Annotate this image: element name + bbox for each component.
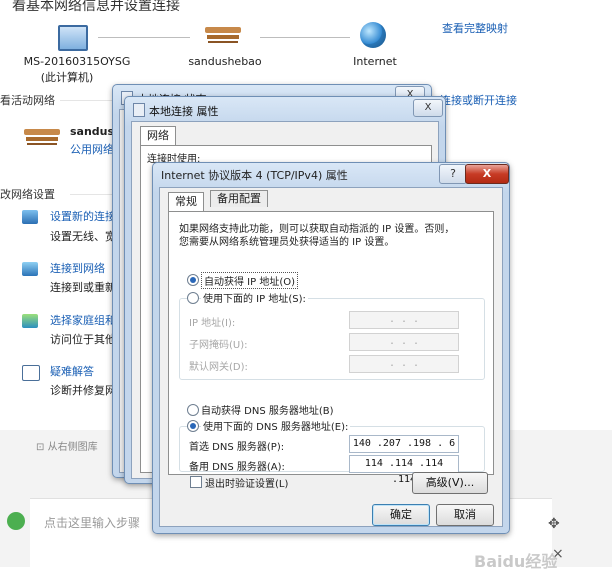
connect-network-icon (22, 262, 38, 276)
manual-dns-radio[interactable] (187, 420, 199, 432)
setup-connection-icon (22, 210, 38, 224)
step-marker-icon (7, 512, 25, 530)
manual-ip-label[interactable]: 使用下面的 IP 地址(S): (201, 290, 308, 305)
task-title-troubleshoot[interactable]: 疑难解答 (50, 363, 94, 379)
ipv4-client: 常规 备用配置 如果网络支持此功能，则可以获取自动指派的 IP 设置。否则， 您… (159, 187, 503, 527)
active-networks-heading: 看活动网络 (0, 94, 55, 107)
network-item-type[interactable]: 公用网络 (70, 141, 114, 157)
globe-icon (360, 22, 386, 48)
manual-dns-label[interactable]: 使用下面的 DNS 服务器地址(E): (201, 418, 351, 433)
image-icon: ⊡ (36, 442, 45, 453)
connect-disconnect-link[interactable]: 连接或断开连接 (440, 92, 517, 108)
task-desc-troubleshoot: 诊断并修复网 (50, 384, 116, 397)
computer-icon (58, 25, 88, 51)
preferred-dns-label: 首选 DNS 服务器(P): (189, 442, 285, 453)
change-settings-heading: 改网络设置 (0, 188, 55, 201)
task-title-setup[interactable]: 设置新的连接 (50, 208, 116, 224)
move-icon[interactable]: ✥ (548, 516, 560, 532)
map-connector (98, 37, 190, 38)
troubleshoot-icon (22, 365, 40, 381)
tab-general[interactable]: 常规 (168, 192, 204, 211)
homegroup-icon (22, 314, 38, 328)
bench-network-icon (24, 126, 60, 146)
task-desc-homegroup: 访问位于其他 (50, 333, 116, 346)
help-button[interactable]: ? (439, 164, 467, 184)
description-line-2: 您需要从网络系统管理员处获得适当的 IP 设置。 (179, 237, 395, 248)
ipv4-dialog: Internet 协议版本 4 (TCP/IPv4) 属性 ? X 常规 备用配… (152, 162, 510, 534)
computer-sub: (此计算机) (40, 71, 94, 84)
tab-alternate-config[interactable]: 备用配置 (210, 190, 268, 207)
general-tab-panel: 如果网络支持此功能，则可以获取自动指派的 IP 设置。否则， 您需要从网络系统管… (168, 211, 494, 485)
properties-window-title: 本地连接 属性 (149, 105, 219, 118)
network-name: sandushebao (188, 55, 262, 68)
cancel-button[interactable]: 取消 (436, 504, 494, 526)
task-desc-connect: 连接到或重新 (50, 281, 116, 294)
step-input-placeholder: 点击这里输入步骤 (44, 516, 141, 530)
properties-close-button[interactable]: X (413, 99, 443, 117)
window-icon (133, 103, 145, 117)
tab-network[interactable]: 网络 (140, 126, 176, 145)
auto-ip-label[interactable]: 自动获得 IP 地址(O) (201, 272, 299, 289)
subnet-mask-label: 子网掩码(U): (189, 340, 248, 351)
bench-network-icon (205, 24, 241, 44)
divider (60, 100, 120, 101)
preferred-dns-field[interactable]: 140 .207 .198 . 6 (349, 435, 459, 453)
default-gateway-label: 默认网关(D): (189, 362, 248, 373)
close-button[interactable]: X (465, 164, 509, 184)
task-title-connect[interactable]: 连接到网络 (50, 260, 105, 276)
view-full-map-link[interactable]: 查看完整映射 (442, 20, 508, 36)
manual-ip-radio[interactable] (187, 292, 199, 304)
task-title-homegroup[interactable]: 选择家庭组和 (50, 312, 116, 328)
advanced-button[interactable]: 高级(V)... (412, 472, 488, 494)
ip-address-label: IP 地址(I): (189, 318, 236, 329)
default-gateway-field[interactable]: . . . (349, 355, 459, 373)
internet-label: Internet (353, 55, 397, 68)
validate-on-exit-label[interactable]: 退出时验证设置(L) (205, 475, 288, 490)
page-title: 看基本网络信息并设置连接 (12, 0, 180, 14)
watermark: Baidu经验 (474, 552, 558, 571)
map-connector (260, 37, 350, 38)
auto-dns-label[interactable]: 自动获得 DNS 服务器地址(B) (201, 402, 334, 417)
validate-on-exit-checkbox[interactable] (190, 476, 202, 488)
ip-address-field[interactable]: . . . (349, 311, 459, 329)
ok-button[interactable]: 确定 (372, 504, 430, 526)
gallery-hint: ⊡ 从右侧图库 (36, 442, 98, 453)
auto-ip-radio[interactable] (187, 274, 199, 286)
subnet-mask-field[interactable]: . . . (349, 333, 459, 351)
computer-name: MS-20160315OYSG (23, 55, 131, 68)
task-desc-setup: 设置无线、宽 (50, 230, 116, 243)
alternate-dns-field[interactable]: 114 .114 .114 .114 (349, 455, 459, 485)
alternate-dns-label: 备用 DNS 服务器(A): (189, 462, 285, 473)
ipv4-dialog-title: Internet 协议版本 4 (TCP/IPv4) 属性 (161, 169, 348, 182)
auto-dns-radio[interactable] (187, 404, 199, 416)
